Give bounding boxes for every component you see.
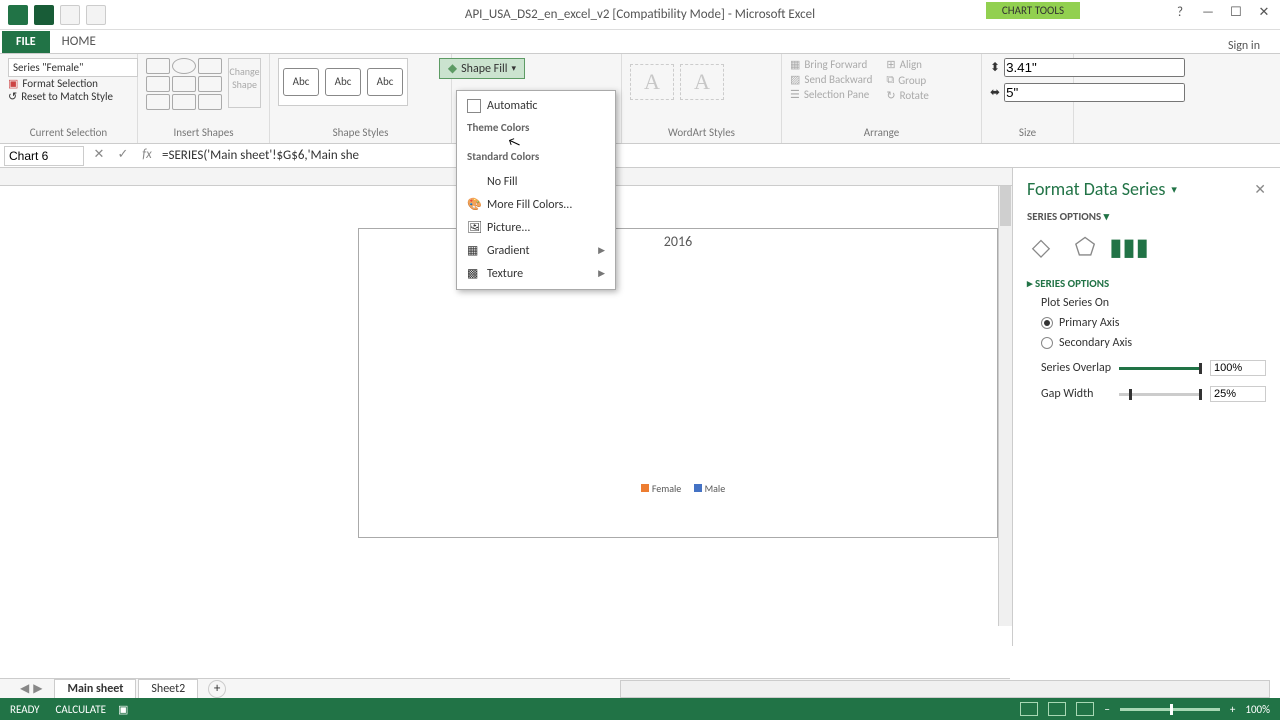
zoom-slider[interactable] xyxy=(1120,708,1220,711)
page-layout-view-icon[interactable] xyxy=(1048,702,1066,716)
format-selection-button[interactable]: ▣Format Selection xyxy=(8,77,129,90)
embedded-chart[interactable]: 2016 Female Male xyxy=(358,228,998,538)
sheet-nav-next-icon[interactable]: ▶ xyxy=(33,681,42,696)
group-label-insert-shapes: Insert Shapes xyxy=(146,126,261,139)
chart-legend[interactable]: Female Male xyxy=(359,482,997,495)
minimize-icon[interactable]: — xyxy=(1196,5,1220,25)
vertical-scrollbar[interactable] xyxy=(998,186,1012,626)
zoom-level[interactable]: 100% xyxy=(1245,703,1270,716)
shape-height-input[interactable] xyxy=(1004,58,1185,77)
page-break-view-icon[interactable] xyxy=(1076,702,1094,716)
shape-width-input[interactable] xyxy=(1004,83,1185,102)
shape-fill-button[interactable]: ◆Shape Fill▾ xyxy=(439,58,525,79)
gap-width-slider[interactable] xyxy=(1119,393,1202,396)
group-label-shape-styles: Shape Styles xyxy=(278,126,443,139)
signin-link[interactable]: Sign in xyxy=(1228,35,1260,53)
group-label-current-selection: Current Selection xyxy=(8,126,129,139)
standard-colors-label: Standard Colors xyxy=(461,146,611,167)
shape-style-gallery[interactable]: Abc Abc Abc xyxy=(278,58,408,106)
chart-bars[interactable] xyxy=(623,254,959,474)
chart-elements-dropdown[interactable]: Series "Female" xyxy=(8,58,138,77)
fill-line-icon[interactable]: ◇ xyxy=(1027,233,1055,261)
series-overlap-input[interactable] xyxy=(1210,360,1266,376)
fill-texture[interactable]: ▩Texture▶ xyxy=(461,262,611,285)
gap-width-label: Gap Width xyxy=(1041,387,1093,401)
titlebar: API_USA_DS2_en_excel_v2 [Compatibility M… xyxy=(0,0,1280,30)
sheet-nav-prev-icon[interactable]: ◀ xyxy=(20,681,29,696)
status-bar: READY CALCULATE ▣ − + 100% xyxy=(0,698,1280,720)
name-box[interactable] xyxy=(4,146,84,166)
shape-fill-menu: Automatic Theme Colors Standard Colors N… xyxy=(456,90,616,290)
series-overlap-label: Series Overlap xyxy=(1041,361,1111,375)
shapes-gallery[interactable] xyxy=(146,58,222,110)
cancel-formula-icon[interactable]: ✕ xyxy=(90,147,108,165)
primary-axis-radio[interactable]: Primary Axis xyxy=(1041,316,1266,330)
macro-record-icon[interactable]: ▣ xyxy=(118,703,128,716)
align-button[interactable]: ⊞ Align xyxy=(886,58,929,71)
tab-file[interactable]: FILE xyxy=(2,31,50,53)
zoom-in-icon[interactable]: + xyxy=(1230,703,1235,716)
tab-home[interactable]: HOME xyxy=(50,30,108,53)
bring-forward-button[interactable]: ▦ Bring Forward xyxy=(790,58,872,71)
height-icon: ⬍ xyxy=(990,60,1000,75)
wordart-gallery[interactable]: AA xyxy=(630,58,773,106)
texture-icon: ▩ xyxy=(467,266,481,281)
fill-automatic[interactable]: Automatic xyxy=(461,95,611,117)
pane-close-icon[interactable]: ✕ xyxy=(1254,181,1266,198)
series-options-header[interactable]: ▸ SERIES OPTIONS xyxy=(1027,277,1266,290)
sheet-tab-sheet2[interactable]: Sheet2 xyxy=(138,679,198,699)
help-icon[interactable]: ? xyxy=(1168,5,1192,25)
plot-series-on-label: Plot Series On xyxy=(1041,296,1266,310)
pane-title: Format Data Series xyxy=(1027,178,1165,200)
zoom-out-icon[interactable]: − xyxy=(1104,703,1109,716)
theme-colors-label: Theme Colors xyxy=(461,117,611,138)
normal-view-icon[interactable] xyxy=(1020,702,1038,716)
group-label-size: Size xyxy=(990,126,1065,139)
effects-icon[interactable]: ⬠ xyxy=(1071,233,1099,261)
chart-tools-contextual: CHART TOOLS xyxy=(986,2,1080,19)
fx-icon[interactable]: fx xyxy=(138,147,156,165)
save-icon[interactable] xyxy=(34,5,54,25)
maximize-icon[interactable]: ☐ xyxy=(1224,5,1248,25)
series-options-icon[interactable]: ▮▮▮ xyxy=(1115,233,1143,261)
pane-subtitle[interactable]: SERIES OPTIONS ▾ xyxy=(1027,210,1266,223)
format-data-series-pane: Format Data Series ▾ ✕ SERIES OPTIONS ▾ … xyxy=(1012,168,1280,646)
secondary-axis-radio[interactable]: Secondary Axis xyxy=(1041,336,1266,350)
chart-title[interactable]: 2016 xyxy=(359,229,997,254)
ribbon: Series "Female" ▣Format Selection ↺Reset… xyxy=(0,54,1280,144)
gap-width-input[interactable] xyxy=(1210,386,1266,402)
group-label-arrange: Arrange xyxy=(790,126,973,139)
ribbon-tabs: FILE HOME Sign in xyxy=(0,30,1280,54)
undo-icon[interactable] xyxy=(60,5,80,25)
gradient-icon: ▦ xyxy=(467,243,481,258)
horizontal-scrollbar[interactable] xyxy=(620,680,1270,698)
picture-icon: 🖼 xyxy=(467,220,481,235)
close-icon[interactable]: ✕ xyxy=(1252,5,1276,25)
palette-icon: 🎨 xyxy=(467,197,481,212)
add-sheet-button[interactable]: + xyxy=(208,680,226,698)
excel-icon xyxy=(8,5,28,25)
status-calculate: CALCULATE xyxy=(56,703,107,716)
window-title: API_USA_DS2_en_excel_v2 [Compatibility M… xyxy=(465,7,815,22)
group-label-wordart: WordArt Styles xyxy=(630,126,773,139)
no-fill[interactable]: No Fill xyxy=(461,171,611,193)
change-shape-button: Change Shape xyxy=(228,58,261,108)
group-button[interactable]: ⧉ Group xyxy=(886,73,929,87)
selection-pane-button[interactable]: ☰ Selection Pane xyxy=(790,88,872,101)
sheet-tab-main[interactable]: Main sheet xyxy=(54,679,136,699)
reset-match-style-button[interactable]: ↺Reset to Match Style xyxy=(8,90,129,103)
send-backward-button[interactable]: ▨ Send Backward xyxy=(790,73,872,86)
fill-gradient[interactable]: ▦Gradient▶ xyxy=(461,239,611,262)
fill-picture[interactable]: 🖼Picture... xyxy=(461,216,611,239)
redo-icon[interactable] xyxy=(86,5,106,25)
enter-formula-icon[interactable]: ✓ xyxy=(114,147,132,165)
formula-bar: ✕ ✓ fx =SERIES('Main sheet'!$G$6,'Main s… xyxy=(0,144,1280,168)
status-ready: READY xyxy=(10,703,40,716)
formula-text-left: =SERIES('Main sheet'!$G$6,'Main she xyxy=(162,148,359,163)
automatic-icon xyxy=(467,99,481,113)
more-fill-colors[interactable]: 🎨More Fill Colors... xyxy=(461,193,611,216)
rotate-button[interactable]: ↻ Rotate xyxy=(886,89,929,102)
width-icon: ⬌ xyxy=(990,85,1000,100)
series-overlap-slider[interactable] xyxy=(1119,367,1202,370)
